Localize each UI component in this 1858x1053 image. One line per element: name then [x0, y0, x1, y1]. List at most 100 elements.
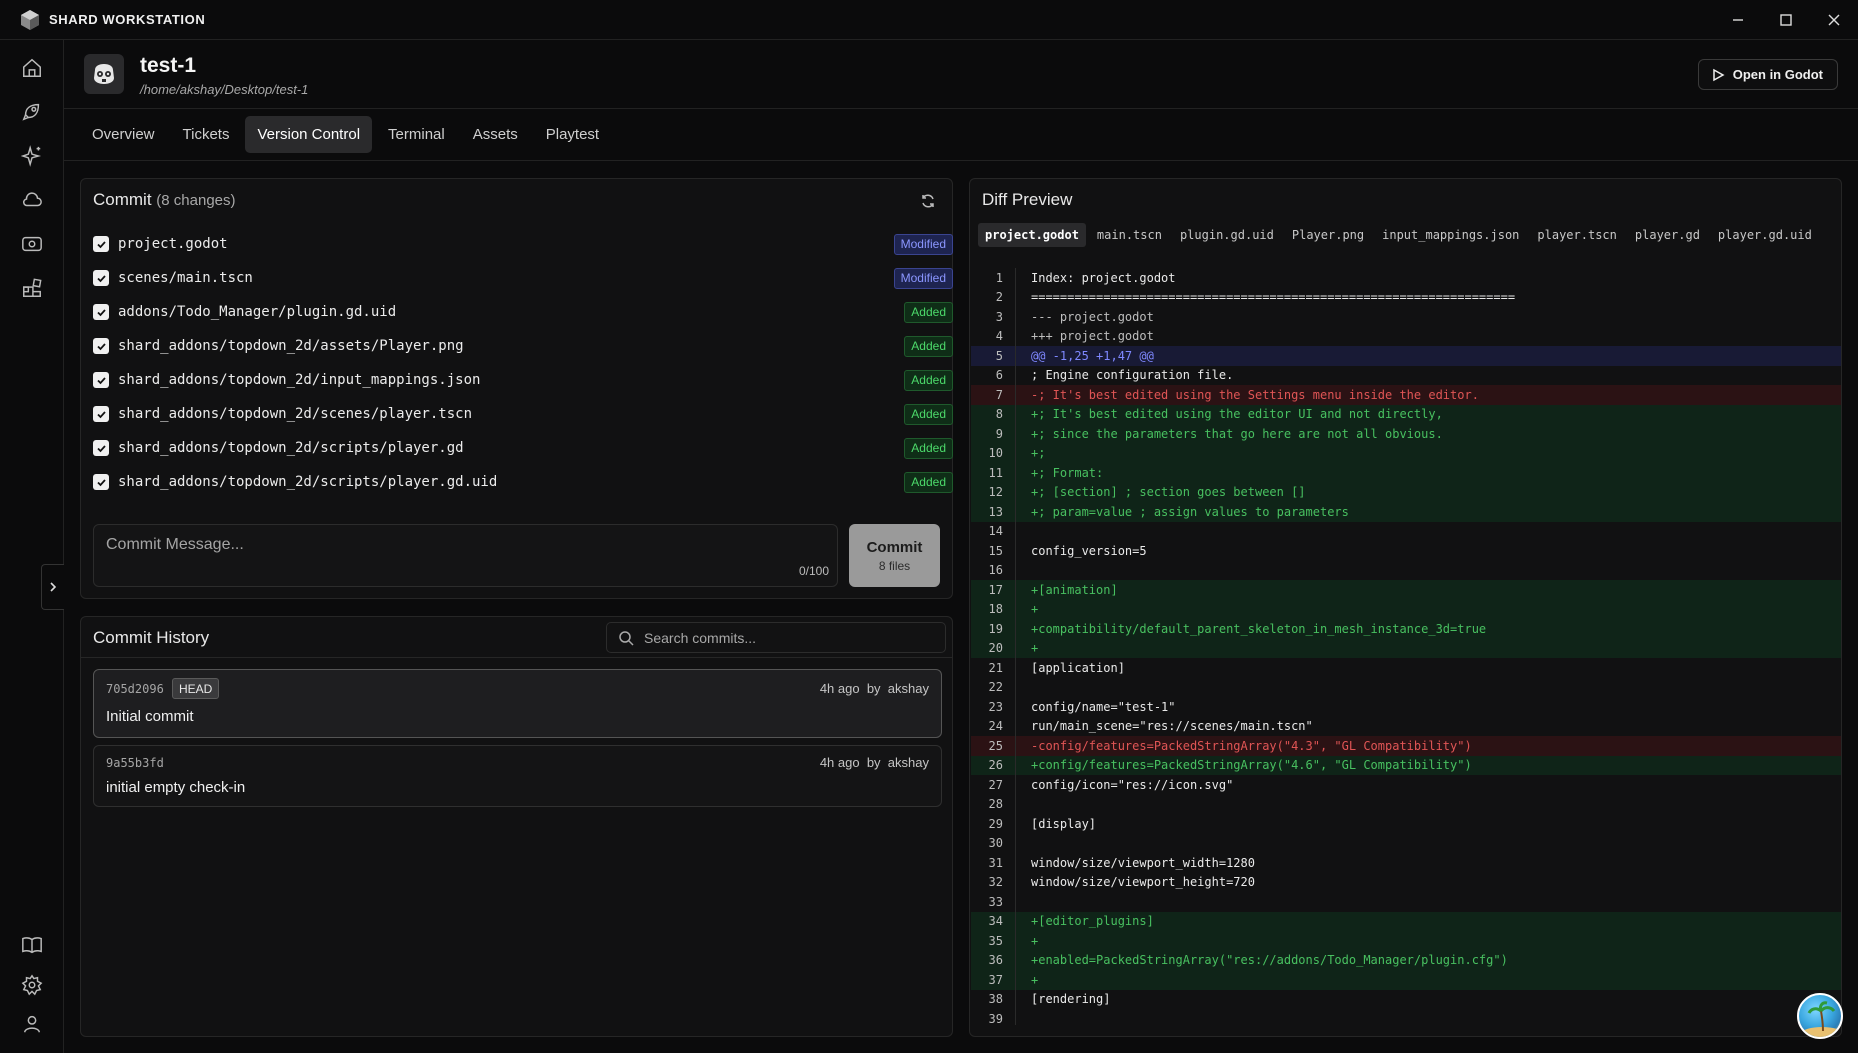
tab-playtest[interactable]: Playtest [534, 116, 611, 153]
diff-line: 39 [971, 1009, 1841, 1025]
diff-file-tab[interactable]: input_mappings.json [1375, 223, 1526, 247]
diff-line: 13 +; param=value ; assign values to para… [971, 502, 1841, 522]
diff-file-tab[interactable]: player.tscn [1530, 223, 1623, 247]
tab-terminal[interactable]: Terminal [376, 116, 457, 153]
sidebar-ai[interactable] [20, 144, 44, 168]
status-badge: Added [904, 471, 953, 493]
close-button[interactable] [1810, 0, 1858, 40]
sidebar-preview[interactable] [20, 232, 44, 256]
diff-line: 4 +++ project.godot [971, 326, 1841, 346]
check-icon [96, 410, 106, 418]
open-in-godot-button[interactable]: Open in Godot [1697, 59, 1838, 90]
diff-preview-panel: Diff Preview project.godot main.tscn plugi… [969, 178, 1842, 1037]
book-icon [22, 937, 42, 954]
diff-line: 27 config/icon="res://icon.svg" [971, 775, 1841, 795]
changed-file-row[interactable]: shard_addons/topdown_2d/scripts/player.g… [93, 465, 953, 499]
line-number: 7 [995, 387, 1003, 402]
sidebar-settings[interactable] [20, 973, 44, 997]
gutter-separator [1015, 892, 1016, 912]
sidebar-account[interactable] [20, 1012, 44, 1036]
sidebar-deploy[interactable] [20, 100, 44, 124]
check-icon [96, 444, 106, 452]
project-avatar [84, 54, 124, 94]
tab-assets[interactable]: Assets [461, 116, 530, 153]
file-checkbox[interactable] [93, 236, 109, 252]
line-number: 16 [988, 563, 1003, 578]
tab-overview[interactable]: Overview [80, 116, 167, 153]
diff-line: 7 -; It's best edited using the Settings … [971, 385, 1841, 405]
diff-file-tab[interactable]: Player.png [1285, 223, 1371, 247]
line-code: -; It's best edited using the Settings m… [1031, 387, 1479, 402]
changed-file-row[interactable]: project.godot Modified [93, 227, 953, 261]
line-code: +; Format: [1031, 465, 1104, 480]
line-number: 35 [988, 933, 1003, 948]
gutter-separator [1015, 814, 1016, 834]
commit-message-input[interactable]: Commit Message... 0/100 [93, 524, 838, 587]
diff-file-tab[interactable]: player.gd.uid [1711, 223, 1819, 247]
changed-file-row[interactable]: scenes/main.tscn Modified [93, 261, 953, 295]
diff-file-tab[interactable]: player.gd [1628, 223, 1707, 247]
changes-count: (8 changes) [156, 192, 236, 209]
commit-button-label: Commit [866, 538, 923, 556]
check-icon [96, 478, 106, 486]
changed-file-row[interactable]: shard_addons/topdown_2d/input_mappings.j… [93, 363, 953, 397]
status-badge: Added [904, 335, 953, 357]
commit-panel: Commit (8 changes) project.godot Modified… [80, 178, 953, 599]
changed-file-row[interactable]: shard_addons/topdown_2d/assets/Player.pn… [93, 329, 953, 363]
file-checkbox[interactable] [93, 474, 109, 490]
sidebar-docs[interactable] [20, 933, 44, 957]
changed-file-row[interactable]: addons/Todo_Manager/plugin.gd.uid Added [93, 295, 953, 329]
gutter-separator [1015, 989, 1016, 1009]
diff-line: 22 [971, 677, 1841, 697]
line-code: @@ -1,25 +1,47 @@ [1031, 348, 1154, 363]
changed-file-row[interactable]: shard_addons/topdown_2d/scripts/player.g… [93, 431, 953, 465]
file-checkbox[interactable] [93, 304, 109, 320]
floating-assistant-avatar[interactable] [1797, 993, 1843, 1039]
file-checkbox[interactable] [93, 270, 109, 286]
diff-line: 9 +; since the parameters that go here ar… [971, 424, 1841, 444]
line-number: 31 [988, 855, 1003, 870]
search-commits-input[interactable]: Search commits... [606, 622, 946, 653]
line-number: 30 [988, 836, 1003, 851]
line-code: config/name="test-1" [1031, 699, 1176, 714]
diff-file-tab[interactable]: project.godot [978, 223, 1086, 247]
changed-file-row[interactable]: shard_addons/topdown_2d/scenes/player.ts… [93, 397, 953, 431]
diff-line: 11 +; Format: [971, 463, 1841, 483]
refresh-button[interactable] [918, 191, 938, 211]
commit-message: Initial commit [106, 708, 194, 725]
history-title: Commit History [93, 628, 210, 647]
sparkles-icon [21, 145, 42, 167]
file-checkbox[interactable] [93, 406, 109, 422]
diff-file-tab[interactable]: plugin.gd.uid [1173, 223, 1281, 247]
sidebar-cloud[interactable] [20, 188, 44, 212]
file-checkbox[interactable] [93, 338, 109, 354]
diff-content[interactable]: 1 Index: project.godot 2 ==================… [971, 268, 1841, 1025]
gutter-separator [1015, 755, 1016, 775]
gutter-separator [1015, 307, 1016, 327]
line-code: +[editor_plugins] [1031, 914, 1154, 929]
line-number: 27 [988, 777, 1003, 792]
gutter-separator [1015, 404, 1016, 424]
sidebar-expand-button[interactable] [41, 564, 64, 610]
maximize-button[interactable] [1762, 0, 1810, 40]
tab-tickets[interactable]: Tickets [171, 116, 242, 153]
gutter-separator [1015, 268, 1016, 288]
commit-item[interactable]: 9a55b3fd 4h ago by akshay initial empty … [93, 745, 942, 807]
commit-author: akshay [887, 681, 929, 696]
diff-file-tab[interactable]: main.tscn [1090, 223, 1169, 247]
minimize-button[interactable] [1714, 0, 1762, 40]
sidebar-addons[interactable] [20, 276, 44, 300]
sidebar-home[interactable] [20, 56, 44, 80]
tab-version-control[interactable]: Version Control [245, 116, 373, 153]
file-checkbox[interactable] [93, 372, 109, 388]
line-code: ; Engine configuration file. [1031, 368, 1234, 383]
commit-button[interactable]: Commit 8 files [849, 524, 940, 587]
diff-line: 17 +[animation] [971, 580, 1841, 600]
file-path: shard_addons/topdown_2d/scripts/player.g… [118, 474, 498, 490]
diff-line: 6 ; Engine configuration file. [971, 365, 1841, 385]
line-number: 28 [988, 797, 1003, 812]
line-number: 17 [988, 582, 1003, 597]
file-checkbox[interactable] [93, 440, 109, 456]
commit-item[interactable]: 705d2096 HEAD 4h ago by akshay Initial c… [93, 669, 942, 738]
gutter-separator [1015, 716, 1016, 736]
